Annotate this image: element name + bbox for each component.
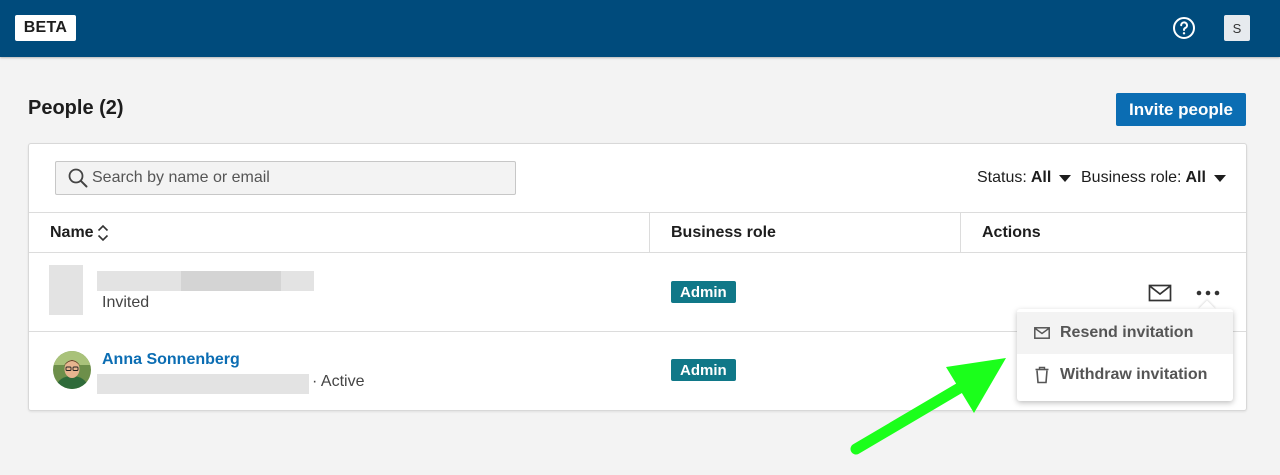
- column-header-name[interactable]: Name: [50, 224, 94, 242]
- divider: [29, 252, 1246, 253]
- search-box[interactable]: [55, 161, 516, 195]
- role-badge: Admin: [671, 359, 736, 381]
- column-header-actions: Actions: [982, 224, 1041, 241]
- beta-badge: BETA: [15, 15, 76, 41]
- search-icon: [68, 168, 88, 188]
- annotation-arrow-icon: [850, 358, 1006, 455]
- withdraw-invitation-item[interactable]: Withdraw invitation: [1017, 354, 1233, 396]
- status-filter[interactable]: Status: All: [977, 169, 1072, 187]
- role-filter-label: Business role:: [1081, 169, 1182, 186]
- search-input[interactable]: [92, 169, 492, 187]
- top-bar: BETA S: [0, 0, 1280, 57]
- role-filter-value: All: [1185, 169, 1206, 186]
- withdraw-invitation-label: Withdraw invitation: [1060, 366, 1208, 383]
- envelope-icon[interactable]: [1148, 284, 1172, 302]
- sort-icon[interactable]: [96, 223, 110, 243]
- caret-down-icon: [1059, 174, 1072, 182]
- column-header-business-role: Business role: [671, 224, 776, 241]
- avatar: [53, 351, 91, 389]
- more-options-icon[interactable]: [1195, 288, 1221, 298]
- column-divider: [960, 212, 961, 252]
- user-menu-avatar[interactable]: S: [1224, 15, 1250, 41]
- actions-dropdown-menu: Resend invitation Withdraw invitation: [1017, 309, 1233, 401]
- help-circle-icon[interactable]: [1172, 16, 1196, 40]
- status-filter-value: All: [1030, 169, 1052, 186]
- redacted-name: [97, 271, 181, 291]
- resend-invitation-item[interactable]: Resend invitation: [1017, 312, 1233, 354]
- redacted-name: [281, 271, 314, 291]
- user-name-link[interactable]: Anna Sonnenberg: [102, 351, 240, 369]
- row-status: Invited: [102, 294, 150, 311]
- trash-icon: [1035, 366, 1049, 384]
- business-role-filter[interactable]: Business role: All: [1081, 169, 1226, 187]
- role-badge: Admin: [671, 281, 736, 303]
- redacted-avatar: [49, 265, 83, 315]
- invite-people-button[interactable]: Invite people: [1116, 93, 1246, 126]
- caret-down-icon: [1213, 174, 1226, 182]
- envelope-icon: [1034, 327, 1050, 339]
- redacted-name: [181, 271, 281, 291]
- divider: [29, 212, 1246, 213]
- page-title: People (2): [28, 97, 124, 119]
- row-status: · Active: [312, 373, 365, 390]
- column-divider: [649, 212, 650, 252]
- status-filter-label: Status:: [977, 169, 1027, 186]
- redacted-email: [97, 374, 309, 394]
- resend-invitation-label: Resend invitation: [1060, 324, 1194, 341]
